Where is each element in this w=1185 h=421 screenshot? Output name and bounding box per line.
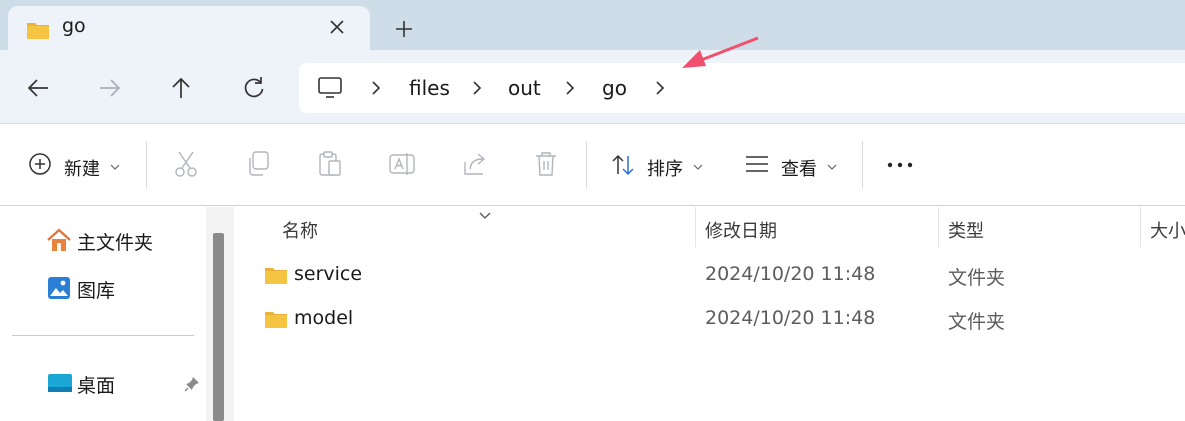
column-header-modified[interactable]: 修改日期 (705, 217, 777, 243)
chevron-down-icon (827, 157, 837, 176)
copy-icon[interactable] (245, 150, 271, 180)
toolbar-divider (862, 141, 863, 189)
arrow-up-icon[interactable] (167, 74, 195, 102)
chevron-down-icon (110, 157, 120, 176)
sidebar-item-desktop[interactable]: 桌面 (46, 369, 176, 399)
chevron-right-icon[interactable] (369, 80, 383, 100)
sidebar-item-label: 桌面 (77, 375, 116, 397)
file-modified: 2024/10/20 11:48 (705, 263, 876, 285)
chevron-right-icon[interactable] (470, 80, 484, 100)
refresh-icon[interactable] (240, 74, 268, 102)
file-name: model (294, 307, 354, 329)
nav-scrollbar-thumb[interactable] (213, 233, 224, 421)
share-icon[interactable] (461, 150, 489, 180)
paste-icon[interactable] (317, 150, 343, 180)
rename-icon[interactable] (388, 150, 416, 180)
breadcrumb-go[interactable]: go (602, 76, 627, 100)
breadcrumb-files[interactable]: files (409, 76, 450, 100)
tab-strip: go (0, 0, 1185, 52)
close-icon[interactable] (326, 16, 348, 38)
sort-label: 排序 (647, 159, 683, 180)
sidebar-item-home[interactable]: 主文件夹 (46, 226, 196, 256)
file-type: 文件夹 (948, 311, 1006, 333)
home-icon (46, 228, 72, 256)
file-type: 文件夹 (948, 267, 1006, 289)
sidebar-divider (12, 335, 194, 336)
plus-icon[interactable] (391, 16, 417, 42)
chevron-right-icon[interactable] (653, 80, 667, 100)
column-divider[interactable] (695, 207, 696, 247)
column-divider[interactable] (1140, 207, 1141, 247)
navigation-bar: files out go (0, 50, 1185, 124)
view-button[interactable]: 查看 (744, 150, 839, 180)
new-button[interactable]: 新建 (28, 150, 123, 180)
plus-circle-icon (28, 152, 52, 180)
table-row[interactable]: service 2024/10/20 11:48 文件夹 (260, 255, 1185, 295)
folder-icon (26, 20, 50, 44)
folder-icon (264, 310, 288, 333)
annotation-arrow-icon (676, 34, 766, 78)
file-list: 名称 修改日期 类型 大小 service 2024/10/20 11:48 文… (234, 207, 1185, 421)
sort-icon (610, 152, 636, 182)
tab-go[interactable]: go (8, 6, 370, 52)
folder-icon (264, 266, 288, 289)
command-bar: 新建 排序 查看 (0, 124, 1185, 206)
desktop-icon (47, 373, 73, 397)
delete-icon[interactable] (533, 150, 559, 180)
toolbar-divider (586, 141, 587, 189)
chevron-down-icon (693, 157, 703, 176)
view-lines-icon (744, 154, 770, 178)
column-header-type[interactable]: 类型 (948, 217, 984, 243)
sidebar-item-label: 图库 (77, 280, 116, 302)
arrow-right-icon[interactable] (96, 74, 124, 102)
file-name: service (294, 263, 363, 285)
table-row[interactable]: model 2024/10/20 11:48 文件夹 (260, 299, 1185, 339)
chevron-down-icon[interactable] (478, 206, 492, 225)
toolbar-divider (146, 141, 147, 189)
chevron-right-icon[interactable] (563, 80, 577, 100)
this-pc-icon[interactable] (317, 76, 343, 104)
more-options-icon[interactable] (886, 156, 914, 186)
pin-icon[interactable] (183, 375, 201, 397)
column-header-name[interactable]: 名称 (282, 217, 318, 243)
tab-title: go (62, 15, 86, 37)
view-label: 查看 (781, 159, 817, 180)
sidebar-item-label: 主文件夹 (77, 232, 154, 254)
sort-button[interactable]: 排序 (610, 150, 705, 180)
navigation-pane: 主文件夹 图库 桌面 (0, 207, 206, 421)
gallery-icon (47, 276, 71, 304)
file-modified: 2024/10/20 11:48 (705, 307, 876, 329)
column-divider[interactable] (938, 207, 939, 247)
new-label: 新建 (64, 159, 100, 180)
arrow-left-icon[interactable] (24, 74, 52, 102)
sidebar-item-gallery[interactable]: 图库 (46, 274, 166, 304)
column-header-size[interactable]: 大小 (1150, 217, 1185, 243)
cut-icon[interactable] (174, 150, 198, 180)
breadcrumb-out[interactable]: out (508, 76, 541, 100)
